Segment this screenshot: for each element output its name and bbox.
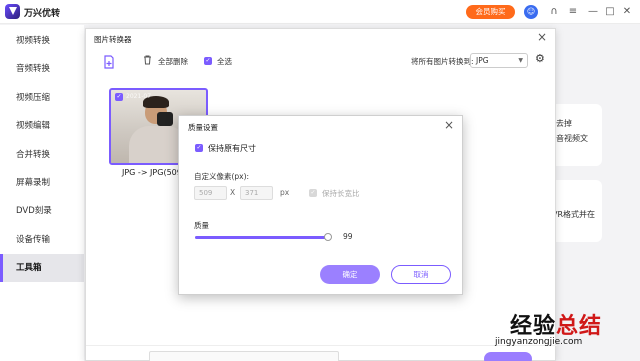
sidebar-item-video-edit[interactable]: 视频编辑 xyxy=(0,112,84,140)
quality-slider-handle[interactable] xyxy=(323,233,332,241)
dimension-separator: X xyxy=(230,188,236,197)
add-file-icon[interactable] xyxy=(102,55,116,69)
convert-all-label: 将所有图片转换到: xyxy=(411,57,474,66)
app-title: 万兴优转 xyxy=(24,9,61,19)
keep-original-size-label: 保持原有尺寸 xyxy=(208,144,256,153)
pixel-unit: px xyxy=(280,188,290,197)
dialog-title: 质量设置 xyxy=(188,123,218,132)
watermark-text-red: 总结 xyxy=(556,314,603,339)
app-logo xyxy=(5,4,20,19)
convert-button[interactable] xyxy=(484,352,532,361)
file-conversion-label: JPG -> JPG(509 xyxy=(122,168,182,177)
user-icon[interactable]: ☺ xyxy=(524,5,538,19)
sidebar-item-video-convert[interactable]: 视频转换 xyxy=(0,27,84,55)
minimize-icon[interactable]: — xyxy=(586,5,600,19)
ok-button[interactable]: 确定 xyxy=(320,265,380,284)
height-input[interactable]: 371 xyxy=(240,186,273,200)
sidebar-item-toolbox[interactable]: 工具箱 xyxy=(0,254,84,282)
custom-pixels-label: 自定义像素(px): xyxy=(194,172,250,181)
converter-close-icon[interactable]: × xyxy=(537,30,547,44)
converter-title: 图片转换器 xyxy=(94,35,132,44)
tool-card-text: 音视频文 xyxy=(556,134,588,143)
width-input[interactable]: 509 xyxy=(194,186,227,200)
sidebar-item-merge[interactable]: 合并转换 xyxy=(0,141,84,169)
tool-card-text: VR格式并在 xyxy=(552,210,596,219)
quality-label: 质量 xyxy=(194,221,209,230)
chevron-down-icon: ▼ xyxy=(518,57,523,64)
trash-icon[interactable] xyxy=(143,55,152,68)
headset-icon[interactable]: ∩ xyxy=(547,5,561,19)
watermark-logo: 经验总结 xyxy=(510,308,602,340)
keep-ratio-label: 保持长宽比 xyxy=(322,189,360,198)
quality-settings-dialog: 质量设置 × ✓ 保持原有尺寸 自定义像素(px): 509 X 371 px … xyxy=(178,115,463,295)
converter-footer xyxy=(86,345,557,361)
output-path-field[interactable] xyxy=(149,351,339,361)
select-all-label: 全选 xyxy=(217,57,232,66)
sidebar: 视频转换 音频转换 视频压缩 视频编辑 合并转换 屏幕录制 DVD刻录 设备传输… xyxy=(0,25,84,361)
tool-card-text: 去掉 xyxy=(556,119,572,128)
settings-gear-icon[interactable]: ⚙ xyxy=(535,52,545,65)
format-select-value: JPG xyxy=(476,56,489,65)
menu-icon[interactable]: ≡ xyxy=(566,5,580,19)
keep-original-size-checkbox[interactable]: ✓ xyxy=(195,144,203,152)
sidebar-item-device-transfer[interactable]: 设备传输 xyxy=(0,226,84,254)
maximize-icon[interactable]: □ xyxy=(603,5,617,19)
quality-slider-fill xyxy=(195,236,328,239)
delete-all-button[interactable]: 全部删除 xyxy=(158,56,188,67)
vip-purchase-button[interactable]: 会员购买 xyxy=(466,5,515,19)
watermark-url: jingyanzongjie.com xyxy=(495,337,583,347)
format-select[interactable]: JPG ▼ xyxy=(470,53,528,68)
cancel-button[interactable]: 取消 xyxy=(391,265,451,284)
close-icon[interactable]: ✕ xyxy=(620,5,634,19)
photo-camera xyxy=(157,112,173,126)
sidebar-item-audio-convert[interactable]: 音频转换 xyxy=(0,55,84,83)
thumbnail-checkbox[interactable]: ✓ xyxy=(115,93,123,101)
title-bar: 万兴优转 会员购买 ☺ ∩ ≡ — □ ✕ xyxy=(0,0,640,24)
quality-value: 99 xyxy=(343,232,353,241)
sidebar-item-screen-record[interactable]: 屏幕录制 xyxy=(0,169,84,197)
keep-ratio-checkbox[interactable]: ✓ xyxy=(309,189,317,197)
sidebar-item-video-compress[interactable]: 视频压缩 xyxy=(0,84,84,112)
converter-toolbar: 全部删除 ✓ 全选 将所有图片转换到: JPG ▼ ⚙ xyxy=(86,51,557,77)
thumbnail-date: 2021-07 xyxy=(126,93,152,100)
select-all-checkbox[interactable]: ✓ xyxy=(204,57,212,65)
dialog-close-icon[interactable]: × xyxy=(444,118,454,132)
watermark-text: 经验 xyxy=(510,314,557,339)
sidebar-item-dvd-burn[interactable]: DVD刻录 xyxy=(0,197,84,225)
quality-slider[interactable] xyxy=(195,233,332,241)
